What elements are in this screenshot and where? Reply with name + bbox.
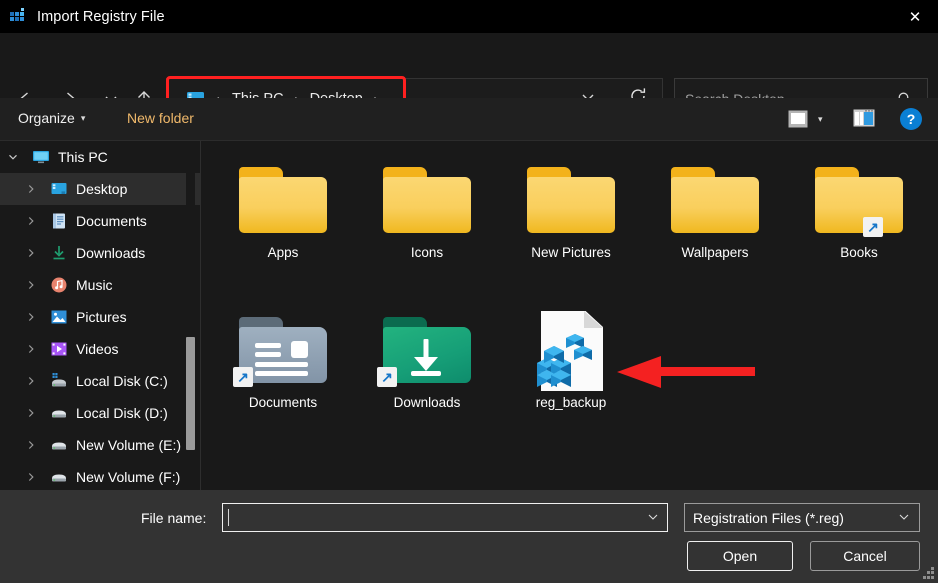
item-label: Downloads <box>393 395 461 410</box>
sidebar-item-videos[interactable]: Videos <box>0 333 200 365</box>
videos-icon <box>50 340 68 358</box>
sidebar-item-this-pc[interactable]: This PC <box>0 141 200 173</box>
list-item[interactable]: ↗ Documents <box>211 305 355 410</box>
file-type-value: Registration Files (*.reg) <box>693 509 844 526</box>
sidebar-item-label: Music <box>76 277 113 293</box>
open-button[interactable]: Open <box>687 541 793 571</box>
chevron-right-icon[interactable] <box>26 184 42 194</box>
window-title: Import Registry File <box>37 8 165 25</box>
monitor-icon <box>32 148 50 166</box>
chevron-right-icon[interactable] <box>26 312 42 322</box>
chevron-right-icon[interactable] <box>26 248 42 258</box>
chevron-right-icon[interactable] <box>26 344 42 354</box>
item-label: Books <box>840 245 878 260</box>
system-drive-icon <box>50 372 68 390</box>
sidebar-item-label: Pictures <box>76 309 127 325</box>
sidebar-item-downloads[interactable]: Downloads <box>0 237 200 269</box>
chevron-right-icon[interactable] <box>26 280 42 290</box>
sidebar-item-new-volume-e[interactable]: New Volume (E:) <box>0 429 200 461</box>
chevron-down-icon: ▾ <box>80 113 86 123</box>
sidebar-scrollbar-thumb[interactable] <box>186 337 195 450</box>
documents-folder-icon: ↗ <box>233 305 331 389</box>
sidebar-item-label: Local Disk (C:) <box>76 373 168 389</box>
drive-icon <box>50 436 68 454</box>
sidebar-item-label: Videos <box>76 341 119 357</box>
sidebar-item-label: Downloads <box>76 245 146 261</box>
navigation-bar: › This PC › Desktop › Search Desktop <box>0 33 938 122</box>
file-type-select[interactable]: Registration Files (*.reg) <box>684 503 920 532</box>
registry-icon <box>9 7 27 26</box>
downloads-icon <box>50 244 68 262</box>
chevron-right-icon[interactable] <box>26 440 42 450</box>
item-label: Apps <box>267 245 299 260</box>
pictures-icon <box>50 308 68 326</box>
list-item[interactable]: ↗ Books <box>787 155 931 260</box>
new-folder-button[interactable]: New folder <box>127 110 194 126</box>
list-item[interactable]: Icons <box>355 155 499 260</box>
item-label: New Pictures <box>531 245 611 260</box>
title-bar: Import Registry File ✕ <box>0 0 938 33</box>
cancel-button[interactable]: Cancel <box>810 541 920 571</box>
file-name-label: File name: <box>141 510 207 526</box>
downloads-folder-icon: ↗ <box>377 305 475 389</box>
preview-pane-icon[interactable] <box>853 109 875 127</box>
organize-label: Organize <box>18 110 75 126</box>
sidebar-item-local-disk-d[interactable]: Local Disk (D:) <box>0 397 200 429</box>
sidebar-item-label: Desktop <box>76 181 128 197</box>
drive-icon <box>50 468 68 486</box>
item-label: Documents <box>248 395 318 410</box>
sidebar-item-label: New Volume (F:) <box>76 469 181 485</box>
item-label: Icons <box>410 245 444 260</box>
list-item[interactable]: New Pictures <box>499 155 643 260</box>
desktop-icon <box>50 180 68 198</box>
close-icon[interactable]: ✕ <box>892 0 938 33</box>
import-registry-file-dialog: Import Registry File ✕ › <box>0 0 938 583</box>
view-mode-icon[interactable] <box>787 108 809 130</box>
shortcut-arrow-icon: ↗ <box>233 367 253 387</box>
sidebar-item-documents[interactable]: Documents <box>0 205 200 237</box>
registry-file-icon <box>523 305 619 391</box>
help-icon[interactable]: ? <box>900 108 922 130</box>
chevron-right-icon[interactable] <box>26 216 42 226</box>
chevron-right-icon[interactable] <box>26 376 42 386</box>
folder-icon <box>379 155 475 239</box>
folder-icon <box>667 155 763 239</box>
sidebar-item-label: This PC <box>58 149 108 165</box>
sidebar-item-new-volume-f[interactable]: New Volume (F:) <box>0 461 200 490</box>
folder-icon <box>523 155 619 239</box>
drive-icon <box>50 404 68 422</box>
sidebar-item-pictures[interactable]: Pictures <box>0 301 200 333</box>
sidebar-item-label: Documents <box>76 213 147 229</box>
chevron-down-icon[interactable] <box>898 511 910 523</box>
item-label: Wallpapers <box>681 245 749 260</box>
file-name-input[interactable] <box>222 503 668 532</box>
chevron-down-icon[interactable] <box>647 511 659 523</box>
organize-button[interactable]: Organize ▾ <box>18 110 85 126</box>
navigation-tree: This PC Desktop Documents Downloads Musi… <box>0 141 200 490</box>
chevron-right-icon[interactable] <box>26 408 42 418</box>
shortcut-arrow-icon: ↗ <box>863 217 883 237</box>
shortcut-arrow-icon: ↗ <box>377 367 397 387</box>
item-label: reg_backup <box>535 395 607 410</box>
list-item[interactable]: Apps <box>211 155 355 260</box>
sidebar-item-local-disk-c[interactable]: Local Disk (C:) <box>0 365 200 397</box>
folder-icon: ↗ <box>811 155 907 239</box>
list-item[interactable]: ↗ Downloads <box>355 305 499 410</box>
annotation-arrow-stem <box>660 367 755 376</box>
chevron-right-icon[interactable] <box>26 472 42 482</box>
resize-grip-icon[interactable] <box>922 567 935 580</box>
annotation-arrow-head <box>617 356 661 388</box>
list-item[interactable]: Wallpapers <box>643 155 787 260</box>
sidebar-item-label: Local Disk (D:) <box>76 405 168 421</box>
sidebar-item-label: New Volume (E:) <box>76 437 182 453</box>
chevron-down-icon[interactable] <box>8 152 24 162</box>
text-cursor <box>228 509 229 526</box>
sidebar-item-desktop[interactable]: Desktop <box>0 173 200 205</box>
file-list: Apps Icons New Pictures Wallpapers ↗ Boo… <box>201 141 938 490</box>
folder-icon <box>235 155 331 239</box>
music-icon <box>50 276 68 294</box>
view-mode-chevron-down-icon[interactable]: ▾ <box>818 114 823 125</box>
sidebar-item-music[interactable]: Music <box>0 269 200 301</box>
documents-icon <box>50 212 68 230</box>
